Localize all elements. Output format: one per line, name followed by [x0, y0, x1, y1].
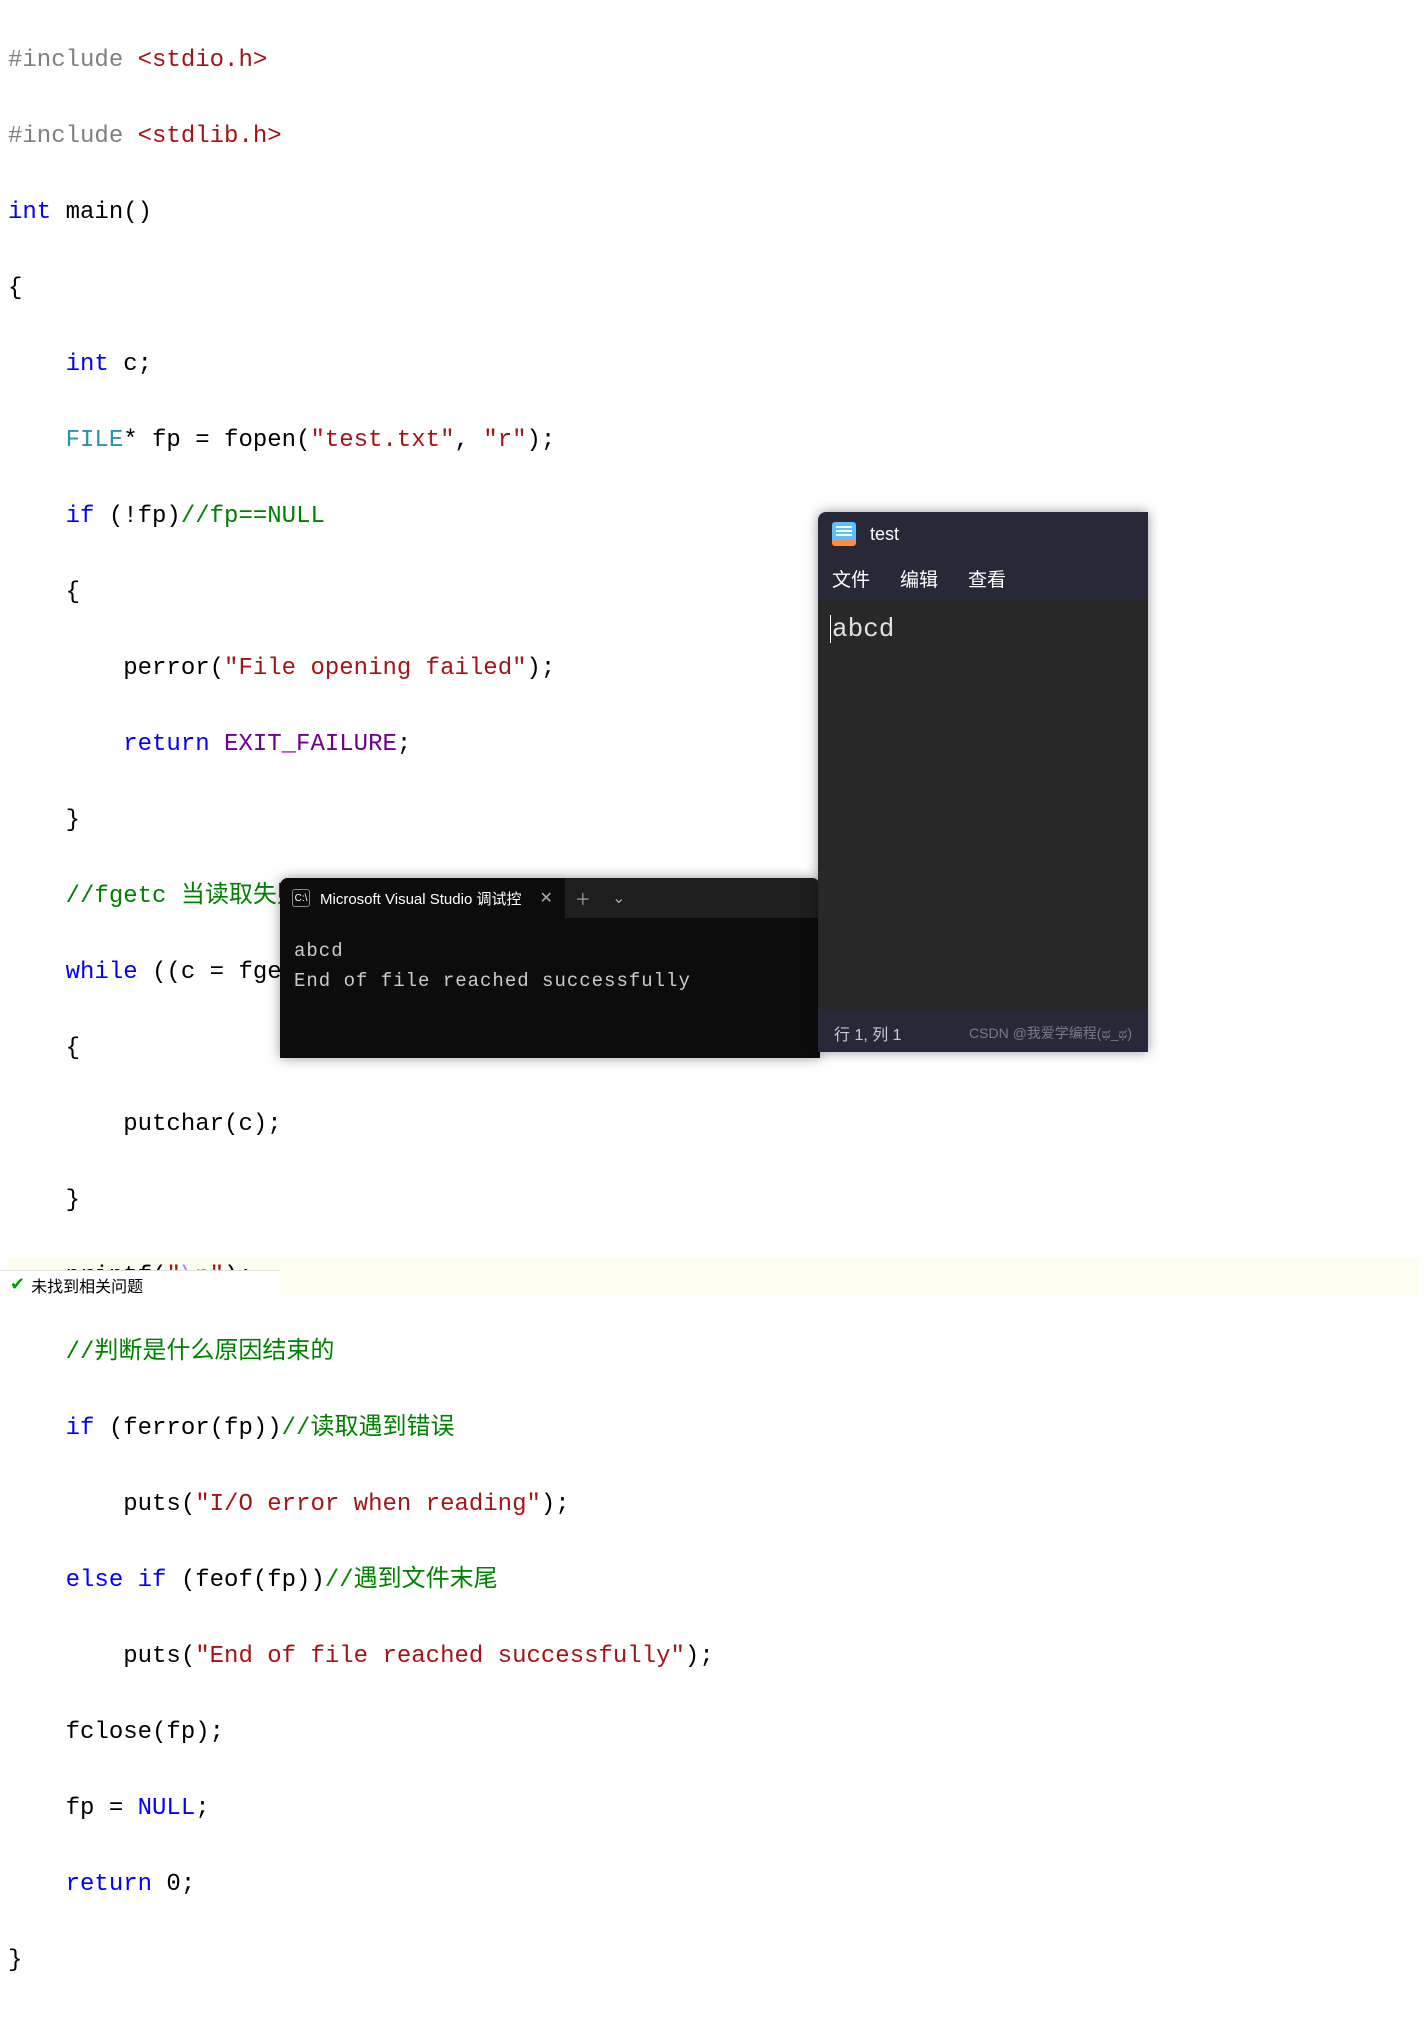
notepad-title: test: [870, 524, 899, 545]
notepad-titlebar[interactable]: test: [818, 512, 1148, 556]
notepad-window[interactable]: test 文件 编辑 查看 abcd 行 1, 列 1 CSDN @我爱学编程(…: [818, 512, 1148, 1052]
menu-edit[interactable]: 编辑: [900, 565, 938, 592]
watermark-text: CSDN @我爱学编程(ಥ_ಥ): [969, 1023, 1132, 1043]
terminal-titlebar[interactable]: C:\ Microsoft Visual Studio 调试控 ✕ ＋ ⌄: [280, 878, 820, 918]
notepad-statusbar: 行 1, 列 1 CSDN @我爱学编程(ಥ_ಥ): [818, 1014, 1148, 1052]
close-icon[interactable]: ✕: [539, 888, 552, 908]
menu-file[interactable]: 文件: [832, 565, 870, 592]
new-tab-button[interactable]: ＋: [565, 878, 601, 918]
terminal-window[interactable]: C:\ Microsoft Visual Studio 调试控 ✕ ＋ ⌄ ab…: [280, 878, 820, 1058]
notepad-icon: [832, 522, 856, 546]
terminal-output[interactable]: abcd End of file reached successfully: [280, 918, 820, 1014]
menu-view[interactable]: 查看: [968, 565, 1006, 592]
code-editor[interactable]: #include <stdio.h> #include <stdlib.h> i…: [0, 0, 1427, 1298]
status-text: 未找到相关问题: [31, 1273, 143, 1297]
editor-status-bar: ✔ 未找到相关问题: [0, 1270, 280, 1298]
text-cursor: [830, 615, 831, 643]
tab-dropdown-button[interactable]: ⌄: [601, 878, 637, 918]
ok-check-icon: ✔: [10, 1274, 25, 1295]
cursor-position: 行 1, 列 1: [834, 1021, 902, 1045]
cmd-icon: C:\: [292, 889, 310, 907]
notepad-menubar: 文件 编辑 查看: [818, 556, 1148, 600]
notepad-text-area[interactable]: abcd: [818, 600, 1148, 1010]
terminal-tab-title: Microsoft Visual Studio 调试控: [320, 888, 521, 909]
preproc-include: #include: [8, 47, 123, 74]
terminal-tab[interactable]: C:\ Microsoft Visual Studio 调试控 ✕: [280, 878, 565, 918]
